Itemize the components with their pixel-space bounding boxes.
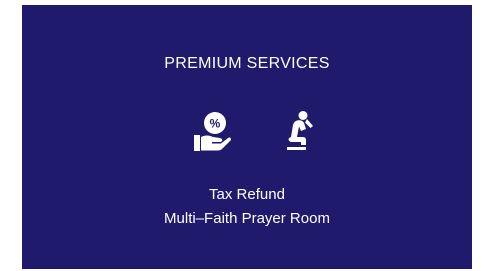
premium-services-panel: PREMIUM SERVICES % Tax Refund Multi–Fait…: [22, 5, 472, 269]
tax-refund-icon: %: [192, 110, 232, 154]
services-list: Tax Refund Multi–Faith Prayer Room: [22, 183, 472, 231]
section-title: PREMIUM SERVICES: [164, 55, 330, 72]
svg-text:%: %: [210, 117, 221, 131]
service-prayer-room: Multi–Faith Prayer Room: [164, 210, 330, 227]
prayer-icon: [279, 110, 319, 154]
services-icons-row: %: [22, 110, 472, 154]
service-tax-refund: Tax Refund: [209, 186, 285, 203]
